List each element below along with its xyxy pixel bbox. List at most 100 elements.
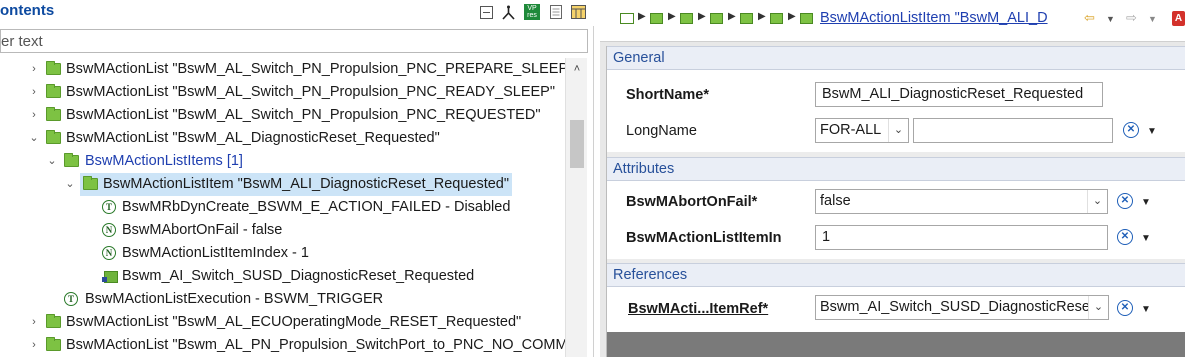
tree-item[interactable]: › BswMActionList "BswM_AL_Switch_PN_Prop…: [0, 81, 565, 104]
folder-icon[interactable]: [770, 13, 783, 24]
trigger-param-icon: T: [102, 200, 116, 214]
shortname-label: ShortName*: [626, 87, 709, 103]
chevron-down-icon[interactable]: ⌄: [1088, 296, 1108, 319]
abort-on-fail-select[interactable]: false ⌄: [815, 189, 1108, 214]
project-explorer-pane: ontents VPres › BswMActionList "BswM_AL_…: [0, 0, 594, 357]
folder-icon[interactable]: [650, 13, 663, 24]
properties-form: General ShortName* BswM_ALI_DiagnosticRe…: [606, 46, 1185, 357]
folder-icon: [46, 337, 61, 351]
explorer-title: ontents: [0, 2, 55, 19]
tree-item[interactable]: ⌄ BswMActionList "BswM_AL_DiagnosticRese…: [0, 127, 565, 150]
folder-icon: [83, 176, 98, 190]
section-references-header[interactable]: References: [607, 263, 1185, 287]
tree-item[interactable]: N BswMAbortOnFail - false: [0, 219, 565, 242]
reset-value-icon[interactable]: ✕: [1117, 229, 1133, 245]
chevron-right-icon[interactable]: ›: [28, 334, 40, 357]
dropdown-arrow-icon[interactable]: ▼: [1141, 197, 1151, 208]
folder-icon[interactable]: [800, 13, 813, 24]
tree-item-label: BswMAbortOnFail - false: [122, 222, 283, 238]
project-icon[interactable]: [620, 13, 634, 24]
tree-item-selected[interactable]: ⌄ BswMActionListItem "BswM_ALI_Diagnosti…: [0, 173, 565, 196]
forward-arrow-icon[interactable]: ⇨: [1126, 10, 1137, 26]
tree-item[interactable]: N BswMActionListItemIndex - 1: [0, 242, 565, 265]
folder-icon: [46, 314, 61, 328]
breadcrumb-arrow-icon[interactable]: ▶: [728, 11, 736, 22]
tree-item[interactable]: T BswMRbDynCreate_BSWM_E_ACTION_FAILED -…: [0, 196, 565, 219]
section-attributes-header[interactable]: Attributes: [607, 157, 1185, 181]
tree-item[interactable]: › BswMActionList "BswM_AL_Switch_PN_Prop…: [0, 58, 565, 81]
chevron-right-icon[interactable]: ›: [28, 311, 40, 334]
chevron-down-icon[interactable]: ⌄: [888, 119, 908, 142]
longname-language-select[interactable]: FOR-ALL ⌄: [815, 118, 909, 143]
folder-icon: [46, 107, 61, 121]
folder-icon[interactable]: [680, 13, 693, 24]
filter-input[interactable]: [1, 30, 587, 52]
action-list-item-index-input[interactable]: 1: [815, 225, 1108, 250]
breadcrumb-arrow-icon[interactable]: ▶: [698, 11, 706, 22]
longname-label: LongName: [626, 123, 697, 139]
tree-item-label: BswMActionListItems [1]: [85, 153, 243, 169]
validation-error-icon[interactable]: A: [1172, 11, 1185, 26]
tree-item-label: BswMActionList "BswM_AL_Switch_PN_Propul…: [66, 61, 565, 77]
tree-item[interactable]: › BswMActionList "Bswm_AL_PN_Propulsion_…: [0, 334, 565, 357]
chevron-down-icon[interactable]: ⌄: [1087, 190, 1107, 213]
chevron-down-icon[interactable]: ⌄: [64, 173, 76, 196]
vp-res-icon[interactable]: VP res: [524, 4, 540, 20]
shortname-input[interactable]: BswM_ALI_DiagnosticReset_Requested: [815, 82, 1103, 107]
tree-item[interactable]: T BswMActionListExecution - BSWM_TRIGGER: [0, 288, 565, 311]
tree-item-label: BswMActionList "BswM_AL_Switch_PN_Propul…: [66, 84, 555, 100]
reset-value-icon[interactable]: ✕: [1117, 193, 1133, 209]
scrollbar-thumb[interactable]: [570, 120, 584, 168]
folder-icon: [46, 84, 61, 98]
breadcrumb-current-link[interactable]: BswMActionListItem "BswM_ALI_D: [820, 10, 1048, 26]
breadcrumb-arrow-icon[interactable]: ▶: [758, 11, 766, 22]
tree-item[interactable]: Bswm_AI_Switch_SUSD_DiagnosticReset_Requ…: [0, 265, 565, 288]
section-title: References: [613, 267, 688, 283]
abort-on-fail-label: BswMAbortOnFail*: [626, 194, 758, 210]
tree-item-label: BswMActionListItem "BswM_ALI_DiagnosticR…: [103, 176, 509, 192]
editor-bottom-area: [607, 332, 1185, 357]
editor-breadcrumb-bar: ▶ ▶ ▶ ▶ ▶ ▶ BswMActionListItem "BswM_ALI…: [600, 0, 1185, 42]
vertical-scrollbar[interactable]: ˄: [565, 58, 587, 357]
folder-icon: [46, 61, 61, 75]
tree-item-label: BswMRbDynCreate_BSWM_E_ACTION_FAILED - D…: [122, 199, 511, 215]
tree-view: › BswMActionList "BswM_AL_Switch_PN_Prop…: [0, 58, 565, 357]
reset-value-icon[interactable]: ✕: [1123, 122, 1139, 138]
tree-item[interactable]: ⌄ BswMActionListItems [1]: [0, 150, 565, 173]
breadcrumb-arrow-icon[interactable]: ▶: [788, 11, 796, 22]
layout-icon[interactable]: [570, 4, 586, 20]
breadcrumb-arrow-icon[interactable]: ▶: [638, 11, 646, 22]
reset-value-icon[interactable]: ✕: [1117, 300, 1133, 316]
tree-item[interactable]: › BswMActionList "BswM_AL_ECUOperatingMo…: [0, 311, 565, 334]
section-references-body: BswMActi...ItemRef* Bswm_AI_Switch_SUSD_…: [607, 287, 1185, 332]
dropdown-arrow-icon[interactable]: ▼: [1141, 233, 1151, 244]
section-general-header[interactable]: General: [607, 46, 1185, 70]
folder-icon[interactable]: [710, 13, 723, 24]
back-dropdown-icon[interactable]: ▼: [1106, 14, 1115, 24]
document-icon[interactable]: [548, 4, 564, 20]
back-arrow-icon[interactable]: ⇦: [1084, 10, 1095, 26]
breadcrumb-arrow-icon[interactable]: ▶: [668, 11, 676, 22]
action-list-item-ref-select[interactable]: Bswm_AI_Switch_SUSD_DiagnosticReset ⌄: [815, 295, 1109, 320]
trigger-param-icon: T: [64, 292, 78, 306]
numeric-param-icon: N: [102, 246, 116, 260]
folder-icon[interactable]: [740, 13, 753, 24]
dropdown-arrow-icon[interactable]: ▼: [1141, 304, 1151, 315]
chevron-right-icon[interactable]: ›: [28, 81, 40, 104]
collapse-all-icon[interactable]: [478, 4, 494, 20]
section-attributes-body: BswMAbortOnFail* false ⌄ ✕ ▼ BswMActionL…: [607, 181, 1185, 259]
longname-input[interactable]: [913, 118, 1113, 143]
tree-item[interactable]: › BswMActionList "BswM_AL_Switch_PN_Prop…: [0, 104, 565, 127]
forward-dropdown-icon[interactable]: ▼: [1148, 14, 1157, 24]
folder-icon: [46, 130, 61, 144]
action-list-item-ref-link[interactable]: BswMActi...ItemRef*: [628, 301, 768, 317]
dropdown-arrow-icon[interactable]: ▼: [1147, 126, 1157, 137]
scroll-up-arrow-icon[interactable]: ˄: [566, 60, 588, 78]
chevron-right-icon[interactable]: ›: [28, 104, 40, 127]
chevron-down-icon[interactable]: ⌄: [46, 150, 58, 173]
chevron-down-icon[interactable]: ⌄: [28, 127, 40, 150]
filter-field[interactable]: [0, 29, 588, 53]
tree-item-label: BswMActionList "Bswm_AL_PN_Propulsion_Sw…: [66, 337, 565, 353]
chevron-right-icon[interactable]: ›: [28, 58, 40, 81]
link-with-editor-icon[interactable]: [500, 4, 516, 20]
